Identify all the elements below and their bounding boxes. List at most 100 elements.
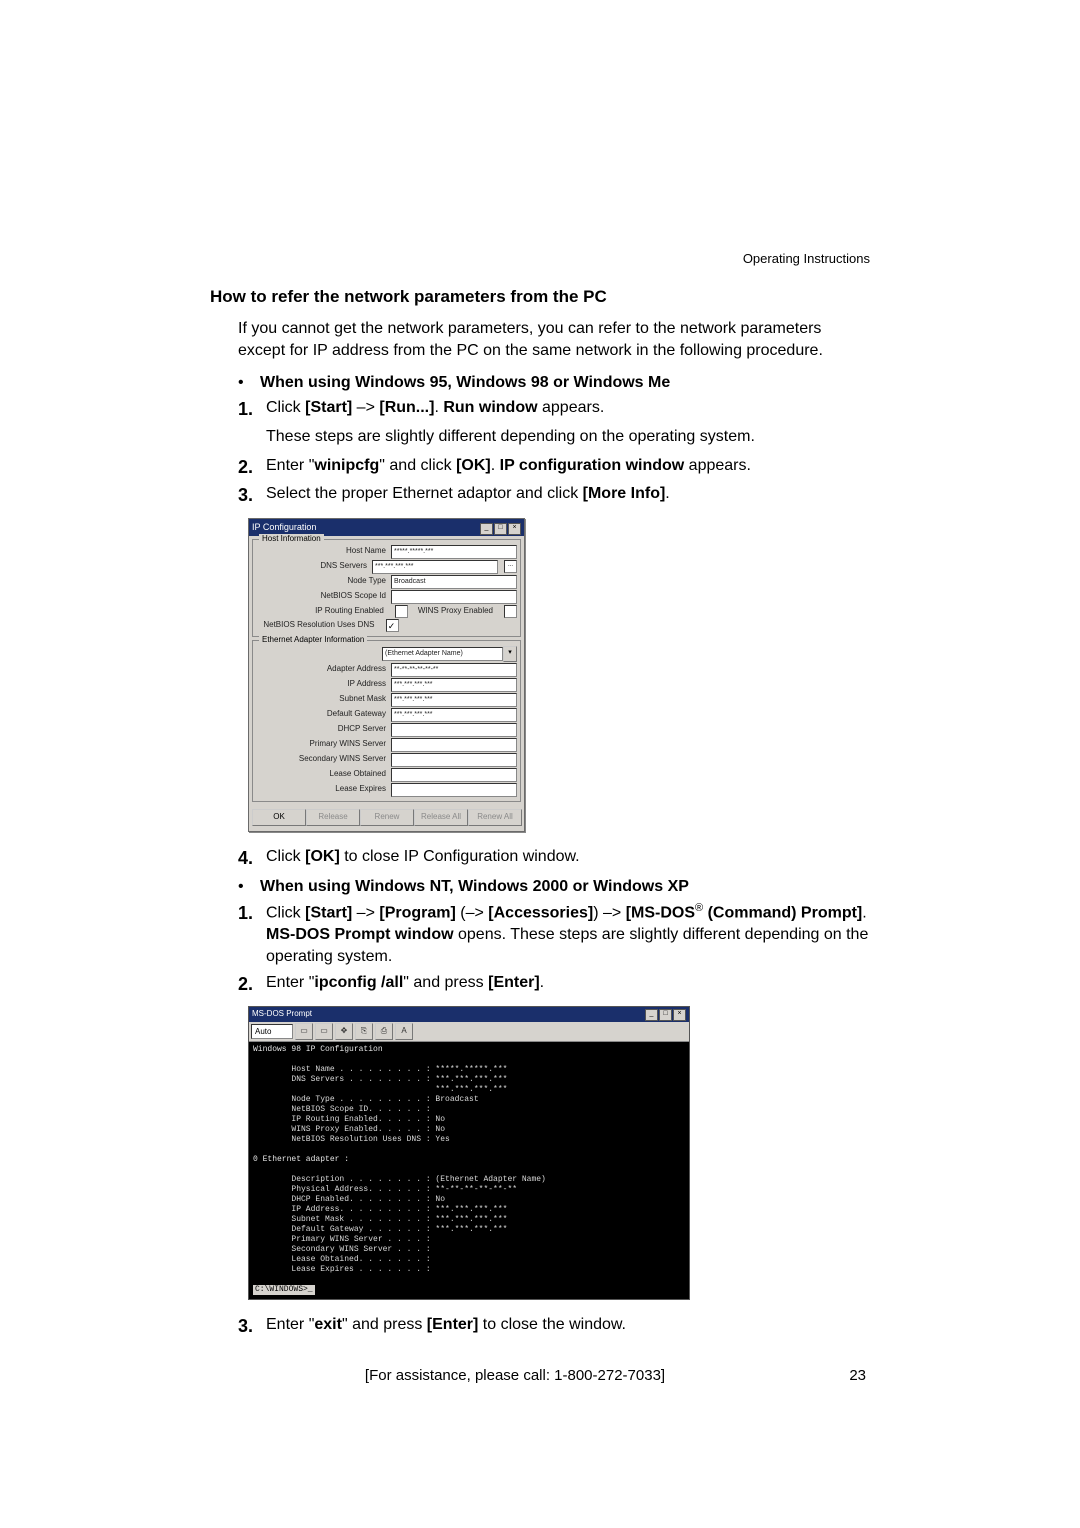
t: [More Info] — [583, 485, 666, 502]
page-footer: [For assistance, please call: 1-800-272-… — [210, 1366, 870, 1386]
t: . — [491, 457, 500, 474]
win9x-step3: 3. Select the proper Ethernet adaptor an… — [238, 483, 870, 507]
dos-toolbar: Auto ▭ ▭ ✥ ⎘ ⎙ A — [249, 1022, 689, 1042]
dns-more-button: ... — [504, 560, 517, 573]
step-number: 3. — [238, 1314, 266, 1338]
t: to close IP Configuration window. — [340, 848, 580, 865]
lease-obtained-field — [391, 768, 517, 782]
window-buttons: _□× — [644, 1008, 686, 1021]
scope-field — [391, 590, 517, 604]
bullet-winnt: • When using Windows NT, Windows 2000 or… — [238, 876, 870, 898]
l: Node Type — [256, 576, 391, 587]
win9x-step1: 1. Click [Start] –> [Run...]. Run window… — [238, 397, 870, 421]
font-size-combo: Auto — [251, 1024, 293, 1039]
t: . — [434, 399, 443, 416]
section-title: How to refer the network parameters from… — [210, 286, 870, 309]
winsproxy-checkbox — [504, 605, 517, 618]
t: Enter " — [266, 974, 314, 991]
ipconfig-buttons: OK Release Renew Release All Renew All — [249, 805, 524, 831]
l: DNS Servers — [256, 561, 372, 572]
t: [OK] — [305, 848, 340, 865]
ip-address-field: ***.***.***.*** — [391, 678, 517, 692]
release-button: Release — [306, 809, 360, 826]
t: appears. — [684, 457, 751, 474]
l: Default Gateway — [256, 709, 391, 720]
renew-all-button: Renew All — [468, 809, 522, 826]
t: winipcfg — [314, 457, 379, 474]
bullet-win9x-text: When using Windows 95, Windows 98 or Win… — [260, 372, 670, 394]
ipconfig-window-figure: IP Configuration _□× Host Information Ho… — [248, 518, 525, 832]
t: " and press — [342, 1316, 427, 1333]
t: Enter " — [266, 1316, 314, 1333]
toolbar-icon: ✥ — [335, 1023, 353, 1040]
step-number: 3. — [238, 483, 266, 507]
t: –> — [352, 399, 379, 416]
t: [Enter] — [488, 974, 540, 991]
toolbar-icon: ▭ — [315, 1023, 333, 1040]
step-number: 1. — [238, 901, 266, 967]
t: –> — [352, 905, 379, 922]
win9x-step1-line2: These steps are slightly different depen… — [266, 426, 870, 448]
close-icon: × — [673, 1009, 686, 1021]
netbios-dns-checkbox: ✓ — [386, 619, 399, 632]
t: IP configuration window — [500, 457, 685, 474]
swins-field — [391, 753, 517, 767]
toolbar-icon: A — [395, 1023, 413, 1040]
step-number: 4. — [238, 846, 266, 870]
step-body: Click [Start] –> [Run...]. Run window ap… — [266, 397, 870, 421]
dos-window-figure: MS-DOS Prompt _□× Auto ▭ ▭ ✥ ⎘ ⎙ A Windo… — [248, 1006, 690, 1300]
l: NetBIOS Scope Id — [256, 591, 391, 602]
header-right: Operating Instructions — [210, 250, 870, 268]
t: [Enter] — [427, 1316, 479, 1333]
l: IP Address — [256, 679, 391, 690]
step-body: Select the proper Ethernet adaptor and c… — [266, 483, 870, 507]
bullet-win9x: • When using Windows 95, Windows 98 or W… — [238, 372, 870, 394]
l: Host Name — [256, 546, 391, 557]
dos-lines2: Description . . . . . . . . : (Ethernet … — [253, 1175, 546, 1274]
l: Subnet Mask — [256, 694, 391, 705]
winnt-step3: 3. Enter "exit" and press [Enter] to clo… — [238, 1314, 870, 1338]
ok-button: OK — [252, 809, 306, 826]
t: ® — [695, 902, 703, 914]
t: (Command) Prompt] — [703, 905, 862, 922]
toolbar-icon: ⎘ — [355, 1023, 373, 1040]
adapter-combo: (Ethernet Adapter Name) — [382, 647, 503, 661]
step-body: Enter "ipconfig /all" and press [Enter]. — [266, 972, 870, 996]
bullet-dot: • — [238, 372, 260, 394]
bullet-winnt-text: When using Windows NT, Windows 2000 or W… — [260, 876, 689, 898]
renew-button: Renew — [360, 809, 414, 826]
minimize-icon: _ — [480, 523, 493, 535]
footer-assist: [For assistance, please call: 1-800-272-… — [214, 1366, 816, 1386]
l: Lease Expires — [256, 784, 391, 795]
step-number: 2. — [238, 972, 266, 996]
host-name-field: *****.*****.*** — [391, 545, 517, 559]
t: (–> — [456, 905, 488, 922]
check-icon: ✓ — [387, 620, 397, 632]
t: appears. — [538, 399, 605, 416]
lease-expires-field — [391, 783, 517, 797]
maximize-icon: □ — [659, 1009, 672, 1021]
dos-screen: Windows 98 IP Configuration Host Name . … — [249, 1042, 689, 1299]
iprouting-checkbox — [395, 605, 408, 618]
t: Enter " — [266, 457, 314, 474]
group-title: Host Information — [259, 534, 324, 545]
t: ipconfig /all — [314, 974, 403, 991]
bullet-dot: • — [238, 876, 260, 898]
t: . — [540, 974, 544, 991]
adapter-info-group: Ethernet Adapter Information (Ethernet A… — [252, 640, 521, 802]
t: [OK] — [456, 457, 491, 474]
dos-lines1: Host Name . . . . . . . . . : *****.****… — [253, 1065, 507, 1144]
t: ) –> — [593, 905, 625, 922]
step-body: Click [Start] –> [Program] (–> [Accessor… — [266, 901, 870, 967]
ipconfig-title: IP Configuration — [252, 521, 316, 533]
toolbar-icon: ▭ — [295, 1023, 313, 1040]
t: Select the proper Ethernet adaptor and c… — [266, 485, 583, 502]
dhcp-field — [391, 723, 517, 737]
t: to close the window. — [478, 1316, 626, 1333]
step-number: 1. — [238, 397, 266, 421]
t: " and click — [379, 457, 456, 474]
t: [Program] — [379, 905, 455, 922]
win9x-step4: 4. Click [OK] to close IP Configuration … — [238, 846, 870, 870]
subnet-field: ***.***.***.*** — [391, 693, 517, 707]
t: [MS-DOS — [626, 905, 695, 922]
